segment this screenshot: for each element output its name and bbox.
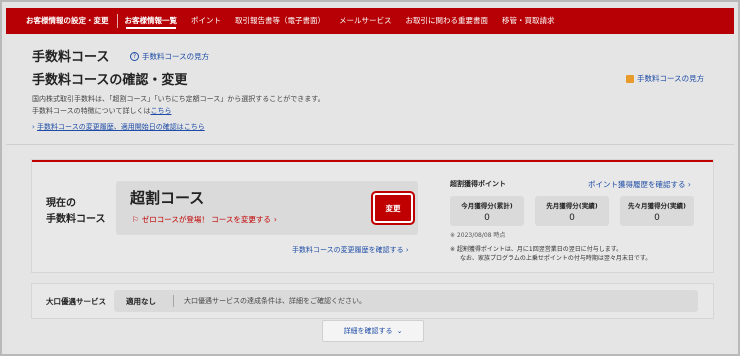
- points-box-value: 0: [569, 213, 575, 223]
- change-history-link-label: 手数料コースの変更履歴を確認する: [292, 246, 404, 254]
- points-box-value: 0: [484, 213, 490, 223]
- points-this-month: 今月獲得分(累計) 0: [450, 196, 524, 226]
- chevron-right-icon: ›: [273, 215, 277, 224]
- right-guide-link[interactable]: 手数料コースの見方: [626, 73, 704, 84]
- page-subtitle: 手数料コースの確認・変更: [32, 73, 188, 88]
- large-order-text: 大口優遇サービスの達成条件は、詳細をご確認ください。: [184, 297, 366, 305]
- large-order-status: 適用なし: [126, 297, 156, 306]
- chevron-right-icon: ›: [405, 246, 409, 254]
- right-guide-link-label: 手数料コースの見方: [637, 74, 705, 83]
- view-details-label: 詳細を確認する: [343, 327, 393, 335]
- nav-item-points[interactable]: ポイント: [184, 8, 228, 34]
- help-link-label: 手数料コースの見方: [142, 52, 210, 61]
- points-box-value: 0: [654, 213, 660, 223]
- description-prefix: 手数料コースの特徴について詳しくは: [32, 107, 151, 115]
- window-frame: お客様情報の設定・変更 お客様情報一覧 ポイント 取引報告書等（電子書面） メー…: [0, 0, 740, 356]
- points-history-link-label: ポイント獲得履歴を確認する: [588, 180, 686, 189]
- points-last-month: 先月獲得分(実績) 0: [535, 196, 609, 226]
- points-two-months-ago: 先々月獲得分(実績) 0: [620, 196, 694, 226]
- large-order-box: 適用なし 大口優遇サービスの達成条件は、詳細をご確認ください。: [114, 290, 698, 312]
- points-box-label: 先々月獲得分(実績): [628, 202, 686, 210]
- nav-item-transfer[interactable]: 移管・買取請求: [495, 8, 562, 34]
- section-divider: [6, 144, 734, 145]
- nav-item-settings[interactable]: お客様情報の設定・変更: [6, 8, 117, 34]
- zero-course-link[interactable]: ⚐ ゼロコースが登場！ コースを変更する ›: [132, 214, 277, 225]
- points-history-link[interactable]: ポイント獲得履歴を確認する ›: [588, 179, 691, 190]
- top-navigation: お客様情報の設定・変更 お客様情報一覧 ポイント 取引報告書等（電子書面） メー…: [6, 8, 734, 34]
- change-button[interactable]: 変更: [371, 191, 415, 225]
- nav-item-reports[interactable]: 取引報告書等（電子書面）: [228, 8, 332, 34]
- history-link-row: › 手数料コースの変更履歴、適用開始日の確認はこちら: [32, 122, 205, 132]
- nav-item-important-docs[interactable]: お取引に関わる重要書面: [399, 8, 496, 34]
- large-order-card: 大口優遇サービス 適用なし 大口優遇サービスの達成条件は、詳細をご確認ください。: [32, 284, 713, 318]
- chevron-right-icon: ›: [687, 180, 691, 189]
- change-history-link[interactable]: 手数料コースの変更履歴を確認する ›: [292, 245, 409, 255]
- points-box-label: 今月獲得分(累計): [461, 202, 513, 210]
- description-line-2: 手数料コースの特徴について詳しくはこちら: [32, 106, 171, 116]
- points-box-label: 先月獲得分(実績): [546, 202, 598, 210]
- arrow-right-icon: ›: [32, 123, 35, 131]
- points-note-1: ※ 超割獲得ポイントは、月に1回翌営業日の翌日に付与します。: [450, 246, 623, 253]
- points-note-2: なお、家族プログラムの上乗せポイントの付与時期は翌々月末日です。: [460, 255, 652, 262]
- view-details-button[interactable]: 詳細を確認する ⌄: [322, 320, 424, 342]
- current-course-label-line2: 手数料コース: [46, 214, 106, 225]
- course-history-link[interactable]: 手数料コースの変更履歴、適用開始日の確認はこちら: [37, 123, 205, 131]
- description-line-1: 国内株式取引手数料は、「超割コース」「いちにち定額コース」から選択することができ…: [32, 95, 325, 103]
- current-course-label-line1: 現在の: [46, 198, 76, 209]
- nav-item-customer-info[interactable]: お客様情報一覧: [118, 8, 185, 34]
- points-title: 超割獲得ポイント: [450, 180, 506, 188]
- page-title: 手数料コース: [32, 50, 110, 65]
- chevron-down-icon: ⌄: [396, 327, 403, 335]
- current-course-label: 現在の 手数料コース: [46, 196, 106, 228]
- help-link[interactable]: ? 手数料コースの見方: [130, 51, 209, 62]
- question-icon: ?: [130, 52, 139, 61]
- large-order-divider: [173, 295, 174, 307]
- nav-item-mail[interactable]: メールサービス: [332, 8, 399, 34]
- zero-course-link-label: ゼロコースが登場！ コースを変更する: [141, 215, 271, 224]
- flag-icon: ⚐: [132, 215, 139, 224]
- main-content: 手数料コース ? 手数料コースの見方 手数料コースの確認・変更 手数料コースの見…: [6, 34, 734, 354]
- guide-book-icon: [626, 74, 634, 83]
- current-course-card: 現在の 手数料コース 超割コース ⚐ ゼロコースが登場！ コースを変更する › …: [32, 160, 713, 272]
- course-name: 超割コース: [130, 189, 205, 207]
- details-link[interactable]: こちら: [150, 107, 171, 115]
- large-order-label: 大口優遇サービス: [46, 297, 106, 306]
- points-date-note: ※ 2023/08/08 時点: [450, 232, 506, 239]
